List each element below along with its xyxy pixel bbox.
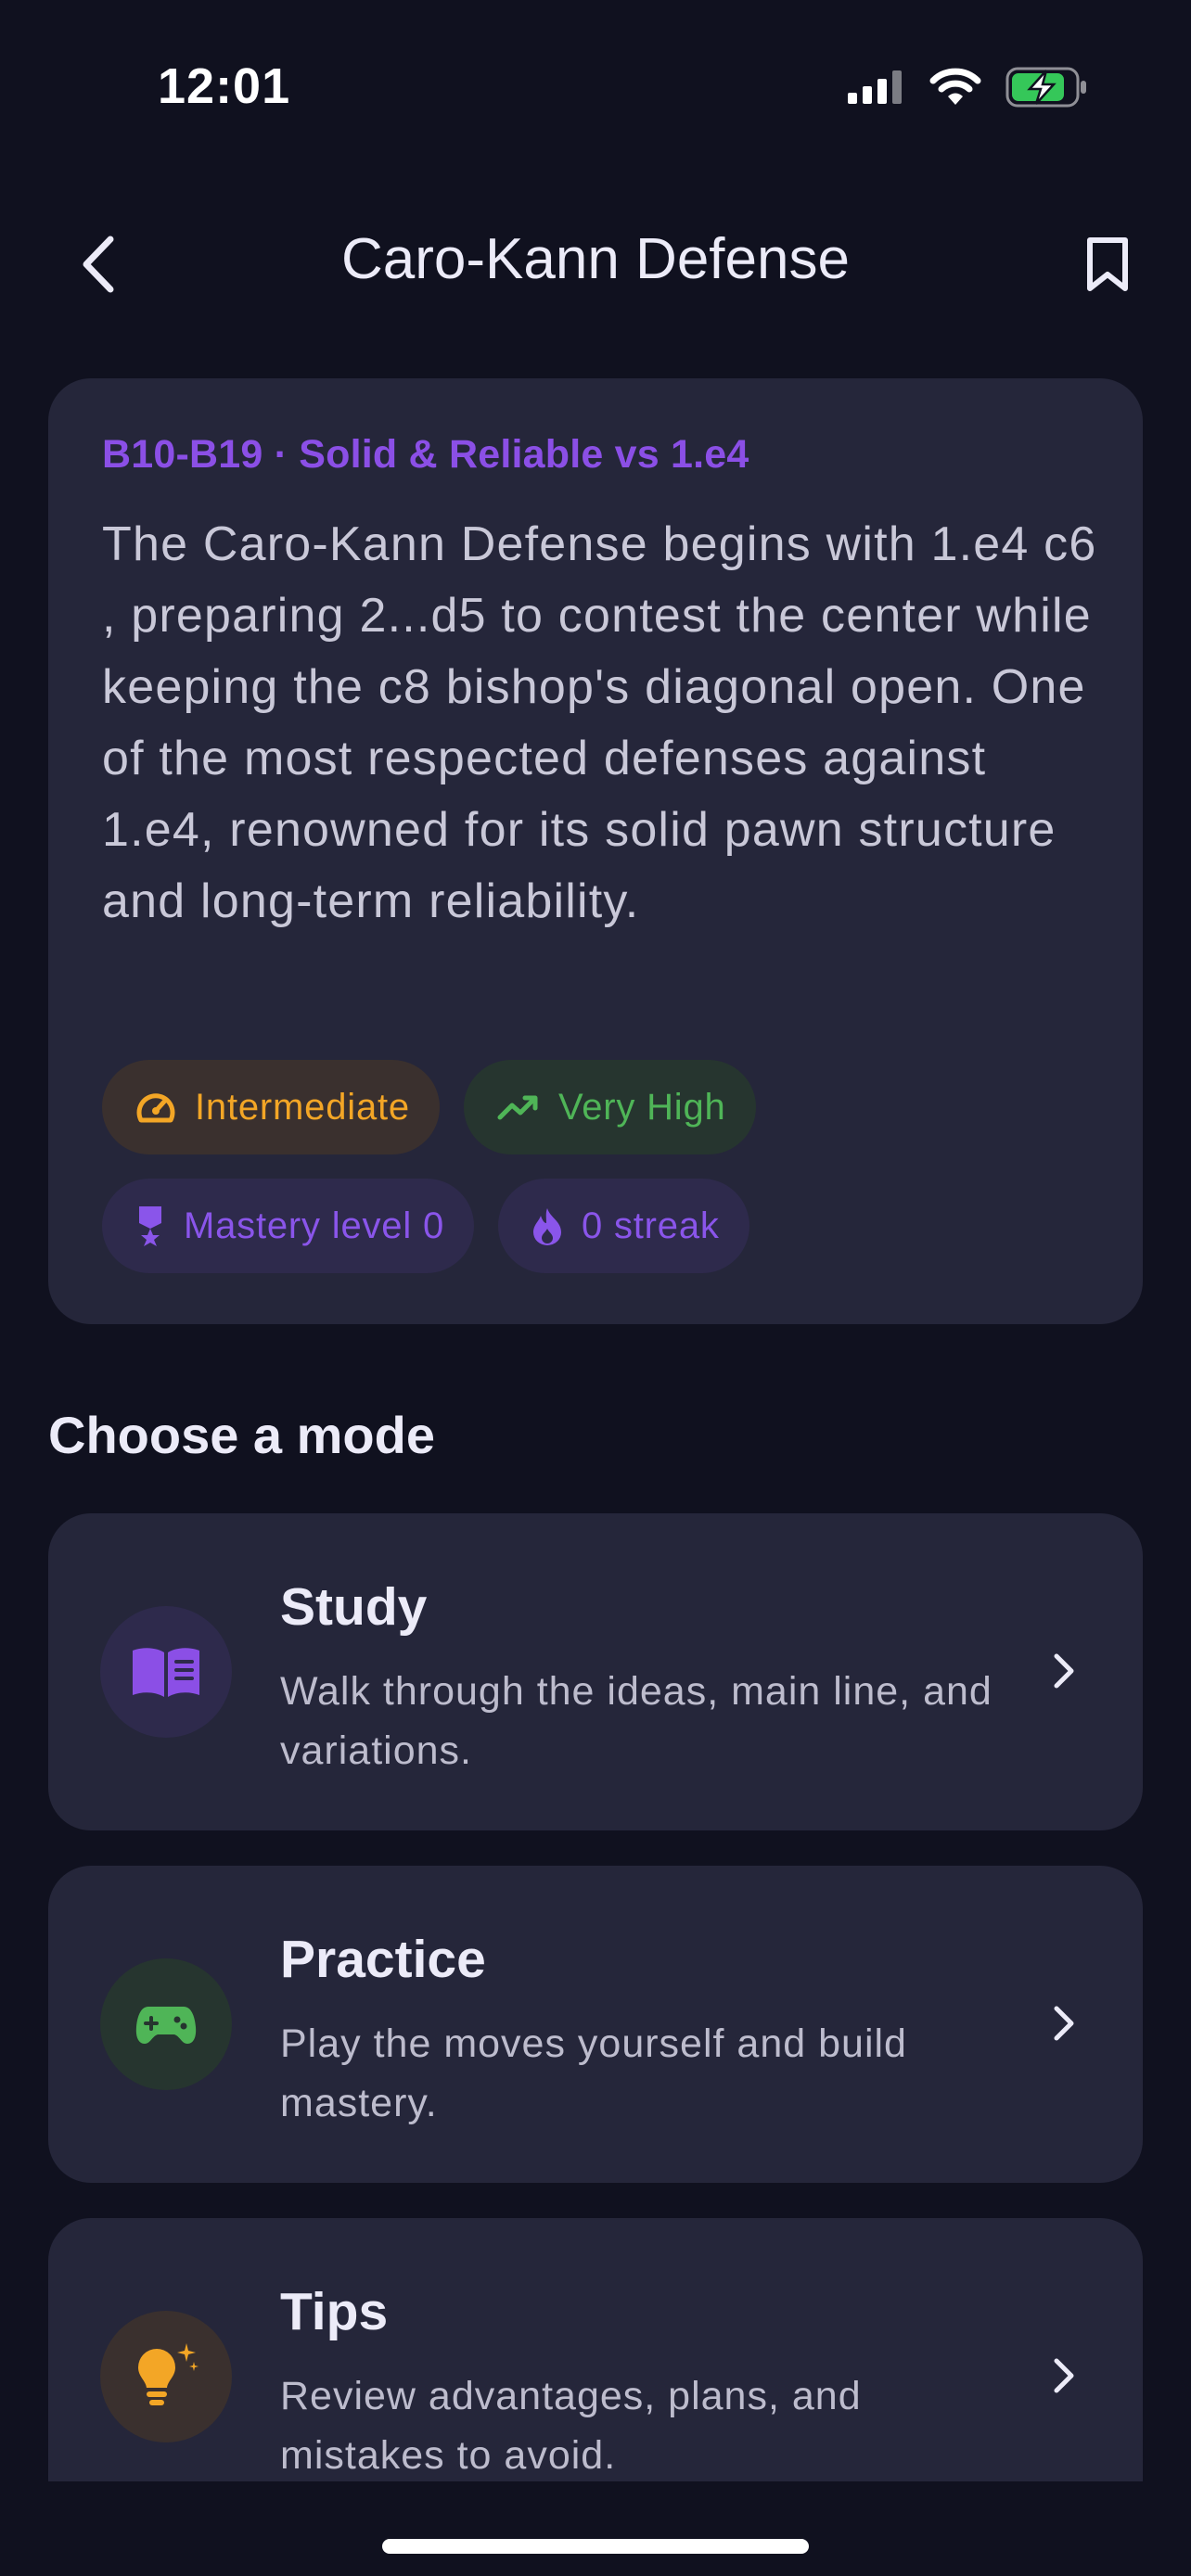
wifi-icon bbox=[929, 68, 981, 105]
tips-icon-badge bbox=[100, 2311, 232, 2442]
opening-chips: Intermediate Very High Mastery level 0 0… bbox=[102, 1060, 1104, 1297]
status-bar: 12:01 bbox=[0, 0, 1191, 176]
popularity-chip: Very High bbox=[463, 1060, 756, 1154]
gauge-icon bbox=[135, 1089, 176, 1126]
bookmark-icon bbox=[1087, 237, 1128, 291]
nav-bar: Caro-Kann Defense bbox=[0, 204, 1191, 325]
practice-description: Play the moves yourself and build master… bbox=[280, 2021, 907, 2125]
bottom-safe-area bbox=[0, 2481, 1191, 2576]
section-title: Choose a mode bbox=[48, 1406, 435, 1464]
status-icons bbox=[848, 67, 1089, 108]
practice-icon-badge bbox=[100, 1958, 232, 2090]
opening-description: The Caro-Kann Defense begins with 1.e4 c… bbox=[102, 517, 1097, 928]
bookmark-button[interactable] bbox=[1066, 223, 1149, 306]
book-icon bbox=[133, 1648, 199, 1697]
battery-charging-icon bbox=[1005, 67, 1086, 108]
practice-mode-card[interactable]: Practice Play the moves yourself and bui… bbox=[48, 1866, 1143, 2183]
difficulty-chip: Intermediate bbox=[102, 1060, 440, 1154]
flame-icon bbox=[531, 1206, 563, 1245]
study-title: Study bbox=[280, 1577, 428, 1637]
opening-info-card: B10-B19 · Solid & Reliable vs 1.e4 The C… bbox=[48, 378, 1143, 1324]
page-title: Caro-Kann Defense bbox=[341, 227, 850, 291]
chevron-right-icon bbox=[1041, 2353, 1087, 2399]
mastery-chip: Mastery level 0 bbox=[102, 1179, 474, 1273]
gamepad-icon bbox=[135, 2007, 197, 2044]
cellular-signal-icon bbox=[848, 70, 902, 104]
streak-label: 0 streak bbox=[581, 1205, 720, 1246]
study-mode-card[interactable]: Study Walk through the ideas, main line,… bbox=[48, 1513, 1143, 1830]
status-time: 12:01 bbox=[158, 58, 291, 114]
study-description: Walk through the ideas, main line, and v… bbox=[280, 1669, 992, 1773]
mastery-label: Mastery level 0 bbox=[184, 1205, 444, 1246]
study-icon-badge bbox=[100, 1606, 232, 1738]
tips-description: Review advantages, plans, and mistakes t… bbox=[280, 2374, 862, 2478]
home-indicator[interactable] bbox=[382, 2539, 809, 2554]
chevron-right-icon bbox=[1041, 1648, 1087, 1694]
trending-up-icon bbox=[497, 1093, 540, 1121]
streak-chip: 0 streak bbox=[497, 1179, 749, 1273]
chevron-right-icon bbox=[1041, 2000, 1087, 2047]
difficulty-label: Intermediate bbox=[195, 1086, 410, 1128]
lightbulb-icon bbox=[138, 2343, 198, 2405]
tips-title: Tips bbox=[280, 2282, 389, 2341]
screen: 12:01 Caro-Kann Defense B10-B19 · Solid … bbox=[0, 0, 1191, 2576]
popularity-label: Very High bbox=[557, 1086, 726, 1128]
medal-icon bbox=[135, 1205, 165, 1247]
eco-subtitle: B10-B19 · Solid & Reliable vs 1.e4 bbox=[102, 432, 749, 477]
practice-title: Practice bbox=[280, 1930, 486, 1989]
